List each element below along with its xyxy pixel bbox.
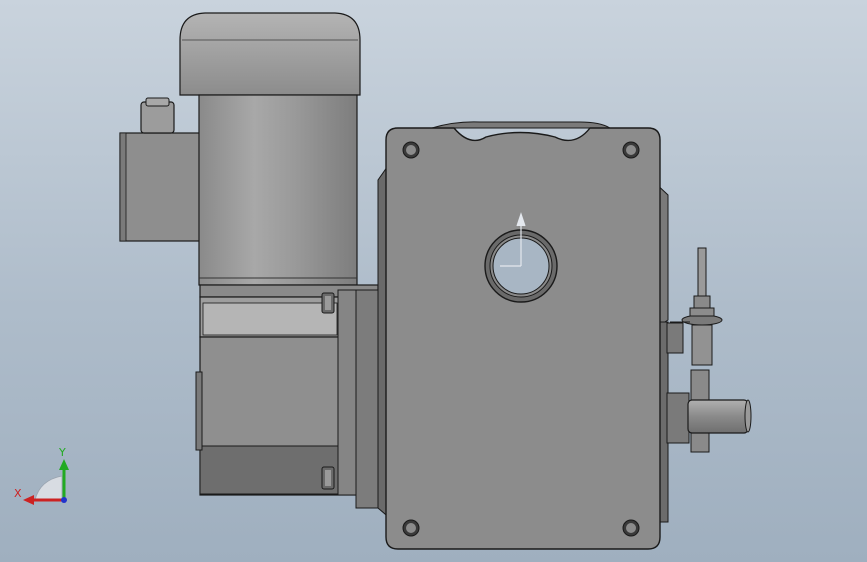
- graphics-viewport[interactable]: Y X: [0, 0, 867, 562]
- coordinate-triad: Y X: [14, 446, 69, 505]
- triad-x-label: X: [14, 487, 22, 500]
- motor-cap: [179, 12, 361, 96]
- gearmotor-model[interactable]: [0, 0, 867, 562]
- triad-z-axis: [61, 497, 67, 503]
- motor-body: [198, 94, 358, 286]
- triad-y-label: Y: [58, 446, 66, 459]
- motor-flange: [195, 284, 381, 509]
- gearbox-housing: [385, 121, 661, 550]
- terminal-box: [119, 97, 203, 242]
